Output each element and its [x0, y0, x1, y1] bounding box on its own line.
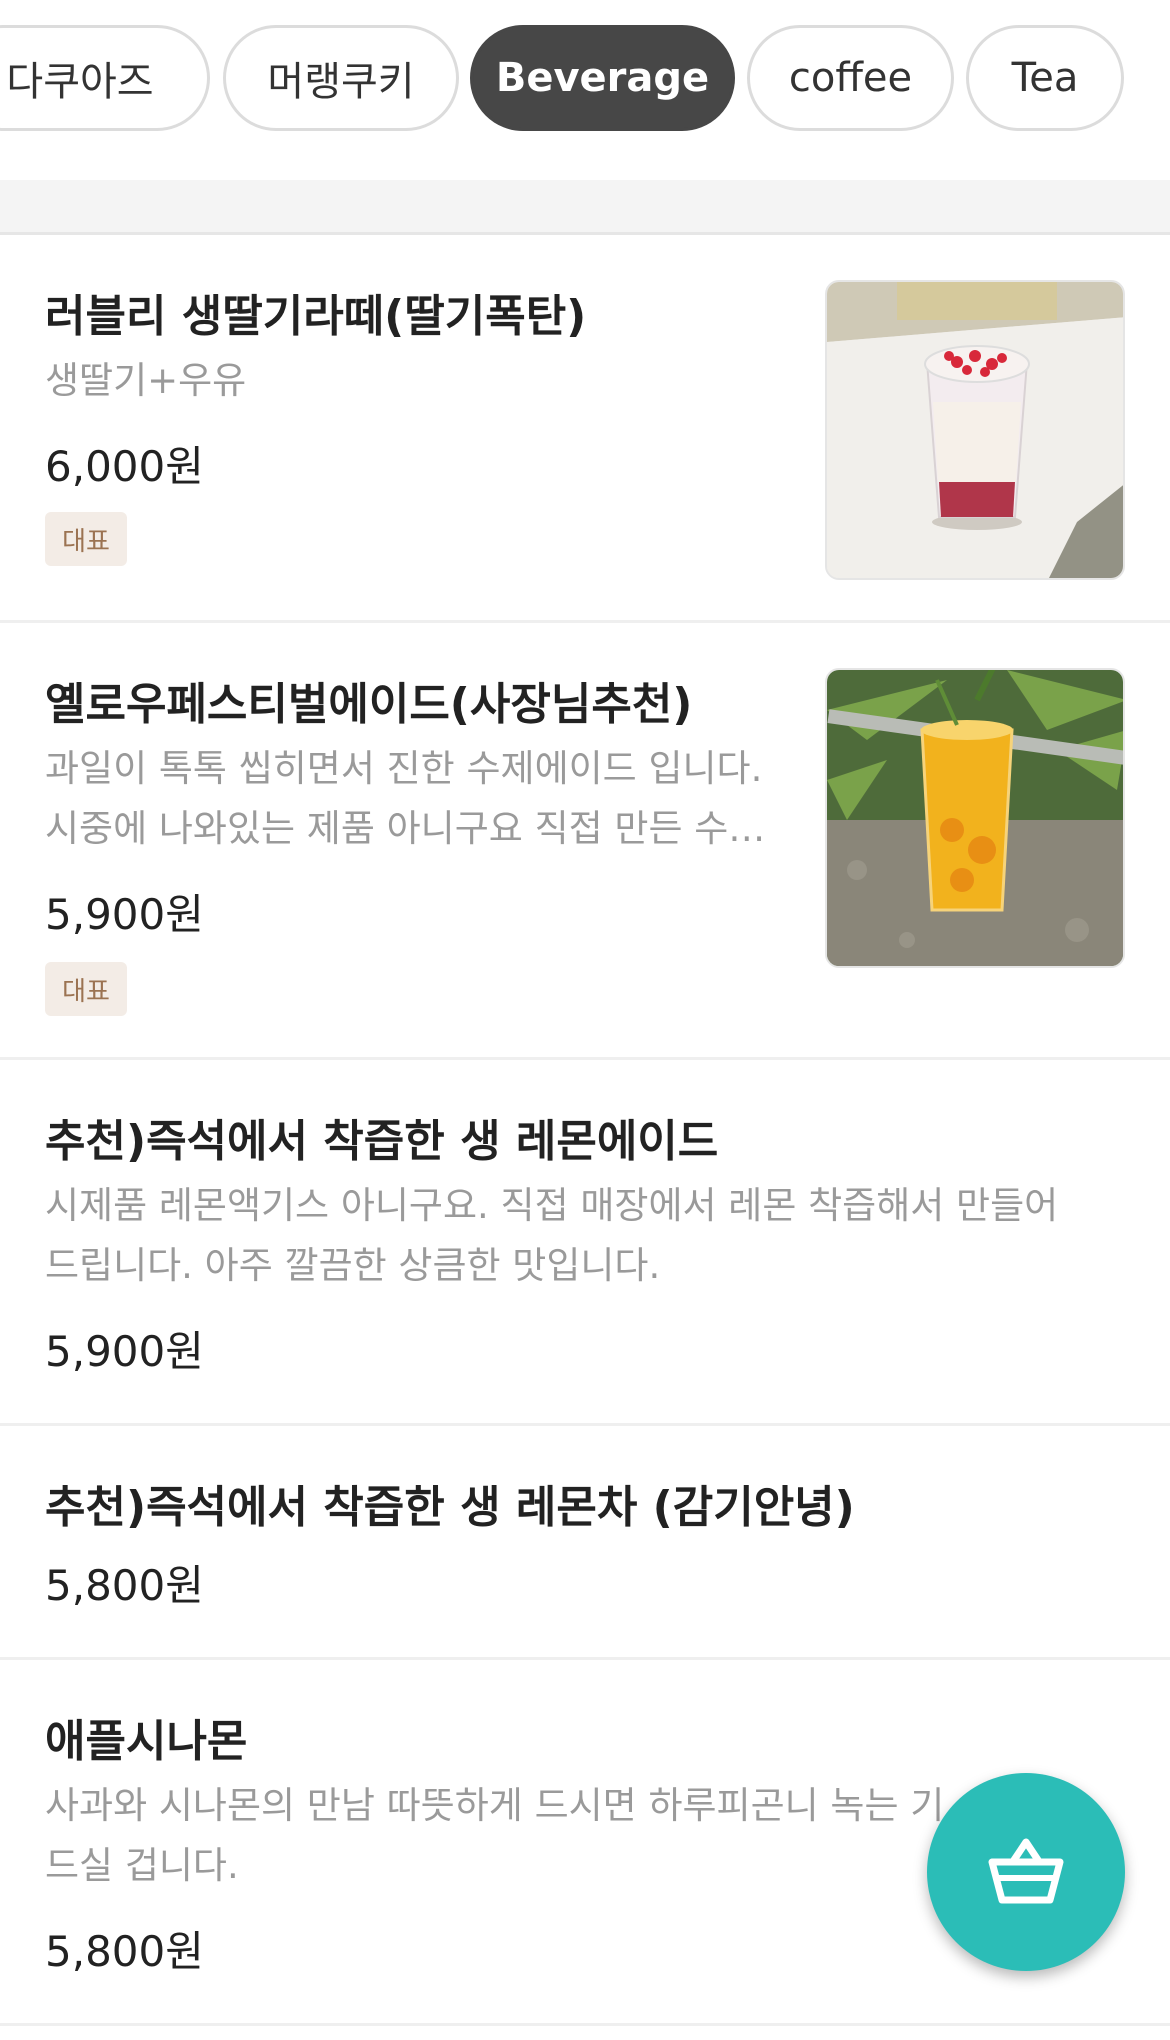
category-tabs: 다쿠아즈 머랭쿠키 Beverage coffee Tea [0, 0, 1170, 180]
item-name: 애플시나몬 [45, 1716, 248, 1767]
basket-icon [988, 1838, 1064, 1904]
tab-meringue-cookie[interactable]: 머랭쿠키 [223, 25, 459, 131]
tab-label: 다쿠아즈 [6, 59, 154, 105]
item-name: 추천)즉석에서 착즙한 생 레몬차 (감기안녕) [45, 1482, 855, 1533]
item-description: 드립니다. 아주 깔끔한 상큼한 맛입니다. [45, 1244, 661, 1287]
item-description: 과일이 톡톡 씹히면서 진한 수제에이드 입니다. [45, 747, 763, 790]
item-price: 5,900원 [45, 1327, 204, 1376]
signature-badge: 대표 [45, 512, 127, 566]
item-price: 6,000원 [45, 442, 204, 491]
menu-item[interactable]: 추천)즉석에서 착즙한 생 레몬차 (감기안녕) 5,800원 [0, 1426, 1170, 1660]
item-price: 5,900원 [45, 890, 204, 939]
tab-label: 머랭쿠키 [267, 59, 415, 105]
menu-item[interactable]: 러블리 생딸기라떼(딸기폭탄) 생딸기+우유 6,000원 대표 [0, 235, 1170, 623]
strawberry-latte-photo [825, 280, 1125, 580]
category-header-divider [0, 180, 1170, 235]
tab-coffee[interactable]: coffee [747, 25, 954, 131]
tab-beverage[interactable]: Beverage [470, 25, 735, 131]
item-name: 옐로우페스티벌에이드(사장님추천) [45, 679, 693, 730]
item-price: 5,800원 [45, 1561, 204, 1610]
item-name: 추천)즉석에서 착즙한 생 레몬에이드 [45, 1116, 719, 1167]
tab-label: coffee [788, 55, 913, 101]
menu-item[interactable]: 추천)즉석에서 착즙한 생 레몬에이드 시제품 레몬액기스 아니구요. 직접 매… [0, 1060, 1170, 1426]
tab-dacquoise[interactable]: 다쿠아즈 [0, 25, 210, 131]
tab-label: Tea [1011, 55, 1079, 101]
yellow-ade-photo [825, 668, 1125, 968]
item-price: 5,800원 [45, 1927, 204, 1976]
item-description: 시중에 나와있는 제품 아니구요 직접 만든 수… [45, 807, 766, 850]
item-description: 생딸기+우유 [45, 359, 247, 402]
item-name: 러블리 생딸기라떼(딸기폭탄) [45, 291, 587, 342]
signature-badge: 대표 [45, 962, 127, 1016]
tab-label: Beverage [495, 55, 710, 101]
tab-tea[interactable]: Tea [966, 25, 1124, 131]
menu-item[interactable]: 옐로우페스티벌에이드(사장님추천) 과일이 톡톡 씹히면서 진한 수제에이드 입… [0, 623, 1170, 1060]
item-description: 시제품 레몬액기스 아니구요. 직접 매장에서 레몬 착즙해서 만들어 [45, 1184, 1059, 1227]
cart-button[interactable] [927, 1773, 1125, 1971]
